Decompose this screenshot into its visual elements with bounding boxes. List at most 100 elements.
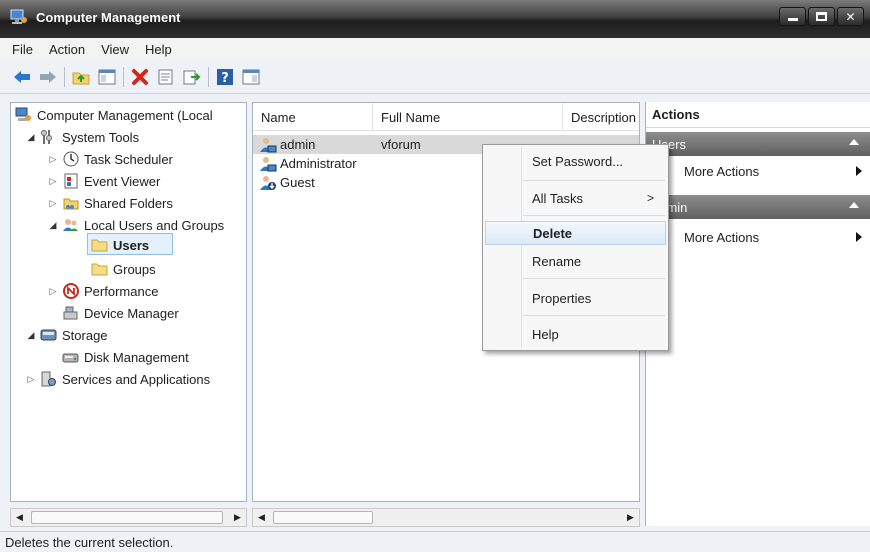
user-name-cell: admin [259,135,315,154]
collapsed-arrow-icon[interactable]: ▷ [47,176,59,187]
maximize-icon [816,12,827,21]
status-bar: Deletes the current selection. [0,531,870,552]
system-tools-icon [40,129,57,145]
console-tree[interactable]: Computer Management (Local ◢ System Tool… [10,102,247,502]
tree-label: Performance [84,283,159,299]
tree-item-storage[interactable]: ◢ Storage [25,325,108,345]
more-actions-label: More Actions [684,229,760,245]
tree-label: Computer Management (Local [37,107,213,123]
delete-icon[interactable] [130,67,150,87]
column-header-description[interactable]: Description [563,103,639,131]
collapsed-arrow-icon[interactable]: ▷ [47,154,59,165]
context-menu-help[interactable]: Help [485,322,666,346]
tree-item-performance[interactable]: ▷ Performance [47,281,158,301]
submenu-arrow-icon: > [646,191,654,205]
computer-management-icon [15,107,32,123]
up-folder-icon[interactable] [71,67,91,87]
tree-item-computer-management[interactable]: Computer Management (Local [15,105,213,125]
close-icon: ✕ [845,9,856,24]
toolbar-separator [64,66,65,87]
collapsed-arrow-icon[interactable]: ▷ [25,374,37,385]
help-icon[interactable]: ? [215,67,235,87]
submenu-arrow-icon [856,166,862,176]
performance-icon [62,283,79,299]
folder-icon [91,237,108,253]
tree-item-local-users-and-groups[interactable]: ◢ Local Users and Groups [47,215,225,235]
context-menu-properties[interactable]: Properties [485,286,666,310]
window-title: Computer Management [36,10,181,25]
tree-item-users[interactable]: Users [91,235,149,255]
tree-item-event-viewer[interactable]: ▷ Event Viewer [47,171,160,191]
svg-text:?: ? [221,71,229,86]
scroll-thumb[interactable] [31,511,223,524]
scroll-left-arrow-icon[interactable]: ◀ [253,509,270,526]
storage-icon [40,327,57,343]
tree-item-device-manager[interactable]: Device Manager [62,303,179,323]
expanded-arrow-icon[interactable]: ◢ [47,220,59,231]
more-actions-admin[interactable]: More Actions [646,225,870,249]
expanded-arrow-icon[interactable]: ◢ [25,330,37,341]
column-header-full-name[interactable]: Full Name [373,103,563,131]
tree-item-services-and-applications[interactable]: ▷ Services and Applications [25,369,210,389]
context-menu-gutter [521,147,522,348]
maximize-button[interactable] [808,7,835,26]
show-hide-tree-icon[interactable] [97,67,117,87]
context-menu-rename[interactable]: Rename [485,249,666,273]
show-hide-action-pane-icon[interactable] [241,67,261,87]
expanded-arrow-icon[interactable]: ◢ [25,132,37,143]
scroll-right-arrow-icon[interactable]: ▶ [229,509,246,526]
tree-label: Groups [113,261,156,277]
user-name-cell: Guest [259,173,315,192]
user-name: admin [280,137,316,152]
list-horizontal-scrollbar[interactable]: ◀ ▶ [252,508,640,527]
tree-item-task-scheduler[interactable]: ▷ Task Scheduler [47,149,173,169]
context-menu-delete[interactable]: Delete [485,221,666,245]
tree-label: Disk Management [84,349,189,365]
tree-horizontal-scrollbar[interactable]: ◀ ▶ [10,508,247,527]
scroll-thumb[interactable] [273,511,373,524]
menu-action[interactable]: Action [41,42,93,57]
context-menu: Set Password... All Tasks > Delete Renam… [482,144,669,351]
user-name: Administrator [280,156,357,171]
close-button[interactable]: ✕ [837,7,864,26]
tree-item-disk-management[interactable]: Disk Management [62,347,189,367]
tree-label: Device Manager [84,305,179,321]
more-actions-label: More Actions [684,163,760,179]
user-icon [259,137,277,153]
properties-icon[interactable] [156,67,176,87]
submenu-arrow-icon [856,232,862,242]
context-menu-set-password[interactable]: Set Password... [485,149,666,173]
back-arrow-icon[interactable] [12,67,32,87]
tree-item-groups[interactable]: Groups [91,259,156,279]
minimize-button[interactable] [779,7,806,26]
menu-file[interactable]: File [4,42,41,57]
tree-item-shared-folders[interactable]: ▷ Shared Folders [47,193,173,213]
all-tasks-label: All Tasks [532,190,584,206]
column-header-name[interactable]: Name [253,103,373,131]
users-group-icon [62,217,79,233]
tree-item-system-tools[interactable]: ◢ System Tools [25,127,140,147]
forward-arrow-icon[interactable] [38,67,58,87]
computer-management-window: Computer Management ✕ File Action View H… [0,0,870,552]
collapsed-arrow-icon[interactable]: ▷ [47,198,59,209]
collapse-caret-icon[interactable] [849,202,859,208]
collapsed-arrow-icon[interactable]: ▷ [47,286,59,297]
scroll-right-arrow-icon[interactable]: ▶ [622,509,639,526]
actions-group-users[interactable]: Users [646,132,870,156]
collapse-caret-icon[interactable] [849,139,859,145]
actions-group-admin[interactable]: admin [646,195,870,219]
context-menu-all-tasks[interactable]: All Tasks > [485,186,666,210]
menu-view[interactable]: View [93,42,137,57]
export-list-icon[interactable] [182,67,202,87]
shared-folder-icon [62,195,79,211]
title-bar[interactable]: Computer Management ✕ [0,0,870,38]
menu-help[interactable]: Help [137,42,180,57]
more-actions-users[interactable]: More Actions [646,159,870,183]
tree-label: System Tools [62,129,140,145]
folder-icon [91,261,108,277]
disk-management-icon [62,349,79,365]
scroll-left-arrow-icon[interactable]: ◀ [11,509,28,526]
disabled-user-icon [259,175,277,191]
tree-label: Task Scheduler [84,151,173,167]
status-text: Deletes the current selection. [5,534,174,550]
